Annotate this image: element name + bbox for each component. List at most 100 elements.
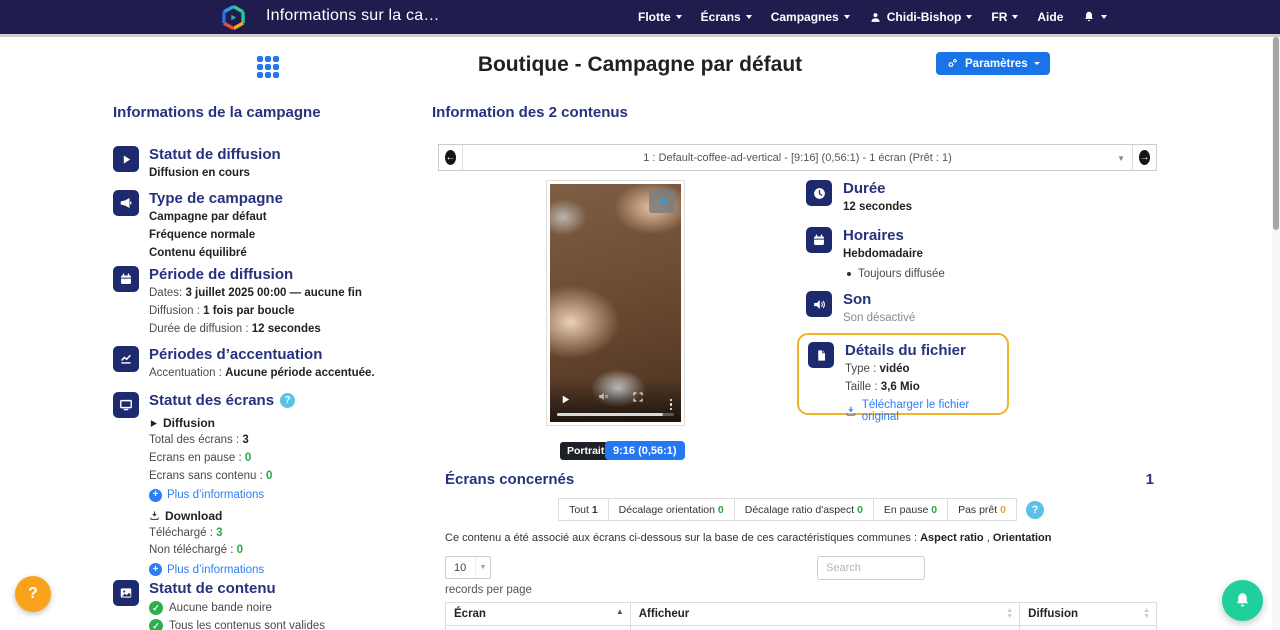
table-row (445, 626, 1157, 630)
not-downloaded: Non téléchargé : 0 (149, 544, 243, 557)
navbar: Informations sur la ca… Flotte Écrans Ca… (0, 0, 1280, 37)
download-original-link[interactable]: Télécharger le fichier original (845, 399, 1007, 423)
help-icon[interactable]: ? (1025, 500, 1044, 519)
screens-table: Écran ▲ Afficheur ▲ ▼ Diffusion ▲ ▼ (445, 602, 1157, 630)
records-per-page-select[interactable]: 10 ▼ (445, 556, 491, 579)
column-header-diffusion[interactable]: Diffusion ▲ ▼ (1020, 603, 1157, 625)
sort-asc-icon: ▲ (615, 607, 624, 616)
check-contents-valid: ✓ Tous les contenus sont valides (149, 619, 325, 630)
section-title: Horaires (843, 227, 904, 244)
table-header-row: Écran ▲ Afficheur ▲ ▼ Diffusion ▲ ▼ (445, 602, 1157, 626)
content-select[interactable]: 1 : Default-coffee-ad-vertical - [9:16] … (463, 145, 1132, 170)
carousel-prev-button[interactable]: ← (439, 145, 463, 170)
app-logo-icon[interactable] (220, 4, 247, 36)
chevron-down-icon: ▼ (1117, 154, 1125, 163)
section-title: Statut de diffusion (149, 146, 281, 163)
filter-paused-button[interactable]: En pause 0 (872, 498, 949, 521)
video-mute-button[interactable] (597, 390, 610, 408)
image-icon (113, 580, 139, 606)
screens-no-content: Ecrans sans contenu : 0 (149, 469, 273, 482)
period-diffusion: Diffusion : 1 fois par boucle (149, 305, 295, 318)
bell-icon (1236, 593, 1249, 607)
section-campaign-type: Type de campagne Campagne par défaut Fré… (113, 190, 435, 261)
association-text: Ce contenu a été associé aux écrans ci-d… (445, 532, 1052, 544)
video-player[interactable] (550, 184, 681, 422)
search-input[interactable] (817, 556, 925, 580)
video-sound-toggle-button[interactable] (649, 190, 675, 213)
speaker-icon (661, 197, 667, 206)
play-icon (150, 419, 157, 427)
download-icon (150, 511, 159, 521)
calendar-icon (806, 227, 832, 253)
schedule-bullet: Toujours diffusée (843, 268, 945, 280)
nav-item-language[interactable]: FR (991, 10, 1019, 24)
filter-all-button[interactable]: Tout 1 (558, 498, 609, 521)
orientation-badge[interactable]: Portrait (560, 442, 612, 460)
bullet-icon (847, 272, 851, 277)
section-title: Statut de contenu (149, 580, 276, 597)
filter-ratio-offset-button[interactable]: Décalage ratio d'aspect 0 (733, 498, 874, 521)
period-duration: Durée de diffusion : 12 secondes (149, 322, 321, 335)
check-icon: ✓ (149, 601, 163, 616)
scrollbar-thumb[interactable] (1273, 37, 1279, 230)
sort-icon: ▲ ▼ (1143, 607, 1150, 620)
campaign-type-frequency: Fréquence normale (149, 229, 256, 242)
window-title: Informations sur la ca… (266, 7, 440, 24)
calendar-icon (113, 266, 139, 292)
video-progress-bar[interactable] (557, 412, 674, 416)
diffusion-subheader: Diffusion (149, 416, 295, 430)
chevron-down-icon (1101, 15, 1108, 19)
sort-icon: ▲ ▼ (1006, 607, 1014, 620)
nav-item-user[interactable]: Chidi-Bishop (869, 10, 973, 24)
chevron-down-icon: ▼ (475, 557, 490, 578)
nav-item-notifications[interactable] (1082, 10, 1108, 24)
more-info-link[interactable]: + Plus d’informations (149, 563, 295, 577)
section-content-status: Statut de contenu ✓ Aucune bande noire ✓… (113, 580, 435, 630)
campaign-info-page: Informations sur la ca… Flotte Écrans Ca… (0, 0, 1280, 630)
filter-not-ready-button[interactable]: Pas prêt 0 (947, 498, 1017, 521)
downloaded: Téléchargé : 3 (149, 526, 223, 539)
chevron-down-icon (843, 15, 850, 19)
duration-block: Durée 12 secondes (806, 180, 1136, 215)
help-icon[interactable]: ? (280, 393, 296, 409)
gears-icon (948, 58, 957, 68)
nav-item-ecrans[interactable]: Écrans (701, 10, 752, 24)
video-fullscreen-button[interactable] (632, 390, 644, 408)
video-more-options-button[interactable] (669, 398, 672, 410)
nav-item-campagnes[interactable]: Campagnes (771, 10, 850, 24)
help-fab-button[interactable]: ? (15, 576, 51, 612)
records-per-page-label: records per page (445, 584, 532, 596)
chart-line-icon (113, 346, 139, 372)
schedule-value: Hebdomadaire (843, 248, 923, 261)
video-play-button[interactable] (560, 394, 571, 408)
page-scrollbar[interactable] (1272, 37, 1280, 630)
column-header-ecran[interactable]: Écran ▲ (446, 603, 631, 625)
bell-icon (1085, 11, 1094, 22)
user-icon (871, 12, 880, 22)
ratio-badge[interactable]: 9:16 (0,56:1) (605, 441, 685, 460)
screens-total: Total des écrans : 3 (149, 434, 249, 447)
plus-icon: + (149, 563, 162, 577)
nav-item-aide[interactable]: Aide (1037, 10, 1063, 24)
file-details-box: Détails du fichier Type : vidéo Taille :… (797, 333, 1009, 423)
file-type: Type : vidéo (845, 363, 910, 376)
play-icon (113, 146, 139, 172)
speaker-icon (806, 291, 832, 317)
settings-button[interactable]: Paramètres (936, 52, 1050, 75)
broadcast-status-value: Diffusion en cours (149, 167, 250, 180)
section-title: Statut des écrans ? (149, 392, 296, 409)
campaign-type-balance: Contenu équilibré (149, 246, 247, 259)
carousel-next-button[interactable]: → (1132, 145, 1156, 170)
content-carousel: ← 1 : Default-coffee-ad-vertical - [9:16… (438, 144, 1157, 171)
filter-orientation-offset-button[interactable]: Décalage orientation 0 (607, 498, 735, 521)
sound-block: Son Son désactivé (806, 291, 1136, 326)
nav-item-flotte[interactable]: Flotte (638, 10, 682, 24)
more-info-link[interactable]: + Plus d’informations (149, 488, 295, 502)
section-screens-status: Statut des écrans ? Diffusion Total des … (113, 392, 435, 577)
notifications-fab-button[interactable] (1222, 580, 1263, 621)
section-title: Détails du fichier (845, 342, 966, 359)
arrow-left-icon: ← (445, 150, 456, 165)
column-header-afficheur[interactable]: Afficheur ▲ ▼ (631, 603, 1021, 625)
period-dates: Dates: 3 juillet 2025 00:00 — aucune fin (149, 287, 362, 300)
duration-value: 12 secondes (843, 201, 913, 214)
